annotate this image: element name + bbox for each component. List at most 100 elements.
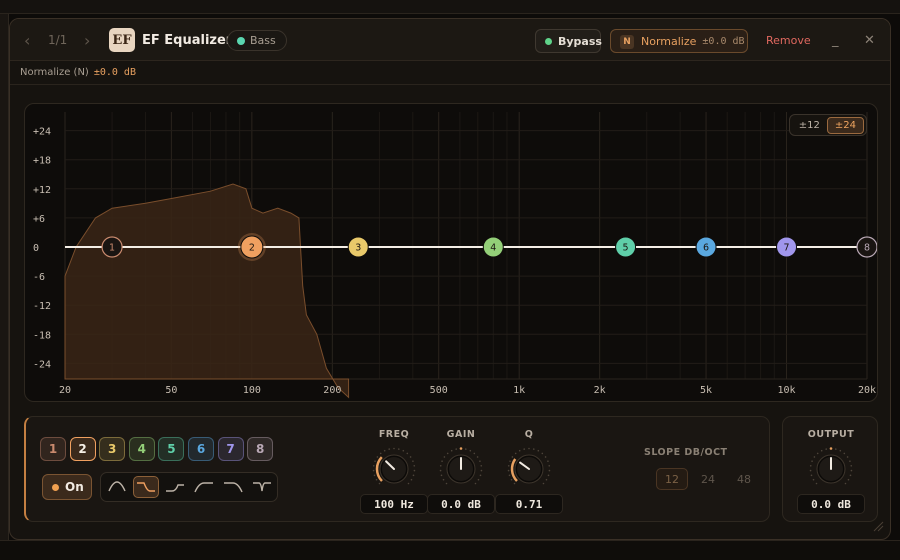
band-node-6[interactable]: 6 [695,236,717,258]
next-chevron-icon[interactable]: › [84,19,90,61]
spectrum-area [64,183,350,399]
svg-text:1: 1 [109,243,115,254]
band-button-1[interactable]: 1 [40,437,66,461]
notch-icon[interactable] [249,476,275,498]
resize-grip-icon[interactable] [872,520,884,532]
normalize-badge-icon: N [620,35,634,49]
q-control: Q 0.71 [495,429,563,517]
band-controls-panel: 12345678 On FREQ 100 Hz GAIN 0.0 dB Q 0.… [24,416,770,522]
plugin-window: ‹ 1/1 › EF EF Equalizer Bass Bypass N No… [9,18,891,540]
gain-control: GAIN 0.0 dB [427,429,495,517]
host-top-strip [0,0,900,14]
svg-text:6: 6 [703,243,709,254]
svg-text:4: 4 [490,243,496,254]
high-cut-icon[interactable] [220,476,246,498]
output-panel: OUTPUT 0.0 dB [782,416,878,522]
title-bar: ‹ 1/1 › EF EF Equalizer Bass Bypass N No… [10,19,890,61]
band-button-4[interactable]: 4 [128,437,155,461]
band-node-1[interactable]: 1 [101,236,123,258]
gain-value[interactable]: 0.0 dB [427,494,495,514]
db-tick-label: +18 [33,156,51,167]
slope-option-48[interactable]: 48 [728,468,760,490]
db-tick-label: +24 [33,127,51,138]
freq-value[interactable]: 100 Hz [360,494,428,514]
bypass-label: Bypass [558,34,602,48]
host-left-edge [0,14,9,560]
band-button-3[interactable]: 3 [99,437,126,461]
normalize-row-label: Normalize (N) [20,67,89,78]
freq-tick-label: 200 [323,385,341,396]
on-label: On [65,480,84,494]
band-button-7[interactable]: 7 [217,437,244,461]
slope-option-12[interactable]: 12 [656,468,688,490]
slope-label: SLOPE DB/OCT [644,447,728,458]
band-button-8[interactable]: 8 [247,437,274,461]
low-shelf-icon[interactable] [104,476,130,498]
host-bottom-strip [0,540,900,560]
plugin-title: EF Equalizer [142,32,233,48]
tag-dot-icon [237,37,245,45]
range-toggle: ±12 ±24 [788,114,867,136]
eq-graph-canvas[interactable]: +24 +18 +12 +6 0 -6 -12 -18 -24 20 50 100 200 500 1k 2k… [25,104,878,402]
normalize-value: ±0.0 dB [702,35,745,47]
band-node-4[interactable]: 4 [482,236,504,258]
range-option-12[interactable]: ±12 [792,118,827,133]
db-tick-label: -6 [33,272,45,283]
freq-tick-label: 100 [243,385,261,396]
db-tick-label: +6 [33,214,45,225]
normalize-button[interactable]: N Normalize ±0.0 dB [610,29,748,53]
eq-graph[interactable]: +24 +18 +12 +6 0 -6 -12 -18 -24 20 50 100 200 500 1k 2k… [24,103,878,402]
freq-tick-label: 20 [59,385,71,396]
preset-tag-label: Bass [250,34,276,47]
freq-tick-label: 500 [430,385,448,396]
close-icon[interactable]: ✕ [864,19,875,61]
slope-option-24[interactable]: 24 [692,468,724,490]
low-cut-icon[interactable] [191,476,217,498]
band-node-3[interactable]: 3 [347,236,369,258]
freq-control: FREQ 100 Hz [360,429,428,517]
bypass-button[interactable]: Bypass [535,29,602,53]
svg-text:5: 5 [623,243,629,254]
remove-button[interactable]: Remove [766,19,811,61]
filter-shape-selector [100,472,278,502]
band-node-7[interactable]: 7 [776,236,798,258]
output-value[interactable]: 0.0 dB [797,494,865,514]
gain-knob[interactable] [434,445,488,493]
band-button-6[interactable]: 6 [188,437,214,461]
band-on-toggle[interactable]: On [42,474,92,500]
range-option-24[interactable]: ±24 [826,116,864,134]
freq-label: FREQ [378,429,410,440]
prev-chevron-icon[interactable]: ‹ [24,19,30,61]
db-tick-label: -24 [33,359,51,370]
freq-tick-label: 2k [594,385,606,396]
freq-tick-label: 10k [777,385,795,396]
output-label: OUTPUT [807,429,855,440]
db-tick-label: 0 [33,243,39,254]
normalize-label: Normalize [641,34,697,48]
freq-knob[interactable] [367,445,421,493]
high-shelf-icon[interactable] [162,476,188,498]
band-node-2[interactable]: 2 [237,233,266,261]
preset-tag[interactable]: Bass [227,30,287,51]
bell-icon[interactable] [133,476,159,498]
logo: EF [109,28,135,52]
minimize-icon[interactable]: _ [832,19,839,61]
db-tick-label: -12 [33,301,51,312]
page-indicator: 1/1 [48,33,68,47]
q-knob[interactable] [502,445,556,493]
db-tick-label: +12 [33,185,51,196]
freq-tick-label: 1k [513,385,525,396]
on-dot-icon [52,484,59,491]
db-tick-label: -18 [33,330,51,341]
band-node-5[interactable]: 5 [615,236,637,258]
gain-label: GAIN [446,429,476,440]
svg-text:7: 7 [784,243,790,254]
output-knob[interactable] [804,445,858,493]
svg-text:3: 3 [355,243,361,254]
q-value[interactable]: 0.71 [495,494,563,514]
freq-tick-label: 20k [858,385,876,396]
svg-text:8: 8 [864,243,870,254]
band-button-2[interactable]: 2 [69,437,96,461]
band-node-8[interactable]: 8 [856,236,877,258]
band-button-5[interactable]: 5 [158,437,185,461]
